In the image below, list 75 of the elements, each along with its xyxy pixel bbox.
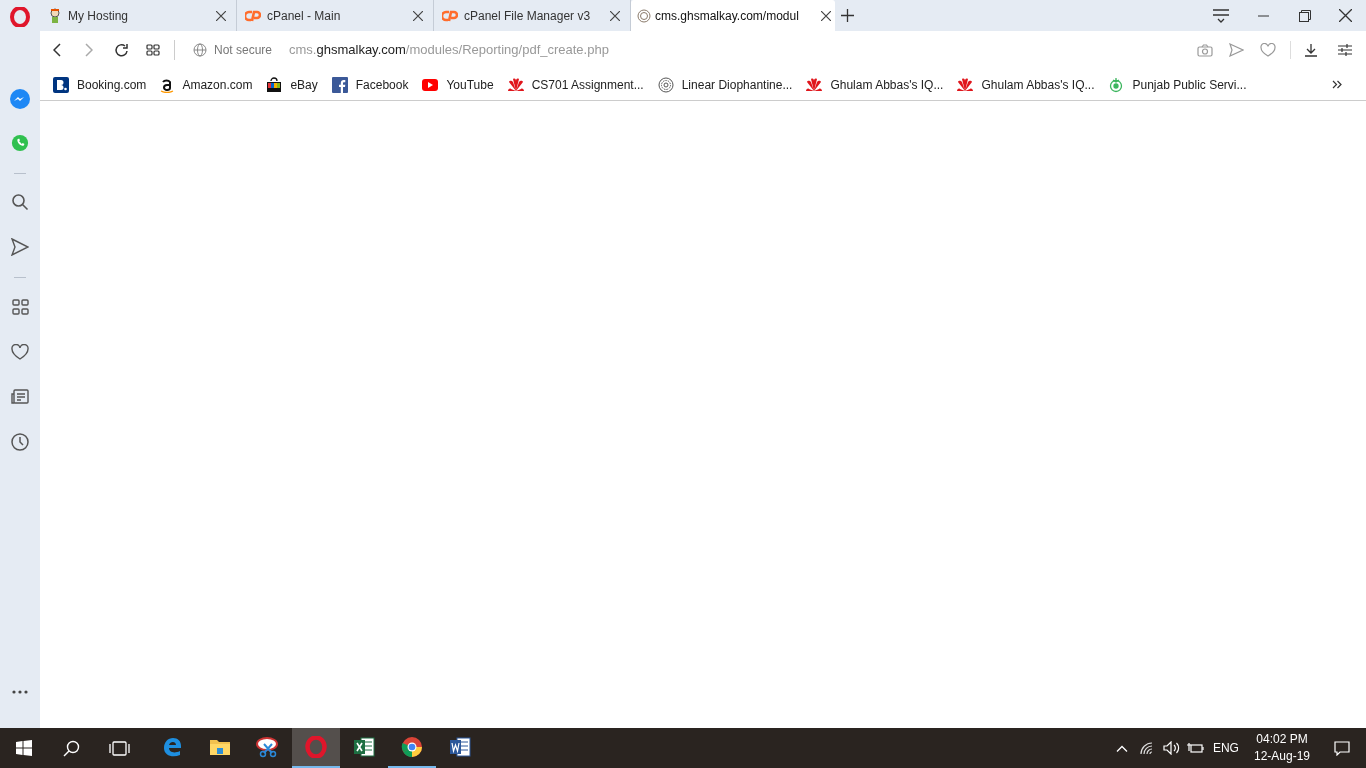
chevron-up-icon[interactable] — [1115, 744, 1128, 752]
heart-icon[interactable] — [11, 344, 29, 360]
bookmark[interactable]: Ghulam Abbas's IQ... — [806, 75, 944, 94]
bookmark[interactable]: Ghulam Abbas's IQ... — [957, 75, 1095, 94]
petal-flower-icon — [507, 77, 524, 92]
task-view-icon[interactable] — [109, 740, 130, 756]
tab-title: cms.ghsmalkay.com/modul — [655, 7, 800, 25]
booking-icon — [53, 76, 69, 93]
search-icon[interactable] — [63, 739, 80, 757]
back-icon[interactable] — [53, 43, 61, 57]
close-icon[interactable] — [413, 10, 423, 21]
messenger-icon[interactable] — [10, 89, 30, 109]
close-icon[interactable] — [610, 10, 620, 21]
bookmark[interactable]: Amazon.com — [160, 75, 253, 94]
security-label[interactable]: Not secure — [214, 41, 273, 59]
wifi-icon[interactable] — [1139, 741, 1155, 755]
tab-title: My Hosting — [68, 7, 130, 25]
chrome-icon — [401, 736, 423, 758]
more-icon[interactable] — [12, 690, 28, 694]
petal-flower-icon — [806, 77, 823, 92]
edge-icon — [162, 737, 182, 757]
camera-icon[interactable] — [1197, 43, 1213, 57]
shopping-bag-icon — [266, 76, 283, 93]
spreadsheet-icon — [353, 737, 375, 757]
folder-icon — [209, 738, 231, 756]
news-icon[interactable] — [11, 389, 29, 404]
bookmark[interactable]: YouTube — [422, 75, 494, 94]
opera-icon — [305, 736, 327, 758]
heart-icon[interactable] — [1260, 43, 1276, 57]
cpanel-icon — [442, 9, 458, 22]
bookmark[interactable]: eBay — [266, 75, 318, 94]
scissors-icon — [256, 736, 280, 758]
opera-taskbar-button[interactable] — [292, 728, 340, 768]
seal-icon — [637, 8, 651, 23]
windows-start-icon[interactable] — [16, 740, 32, 756]
close-icon[interactable] — [216, 10, 226, 21]
cpanel-icon — [245, 9, 261, 22]
chevron-right-icon[interactable] — [1332, 80, 1342, 89]
settings-icon[interactable] — [1338, 44, 1352, 56]
bookmark[interactable]: CS701 Assignment... — [507, 75, 644, 94]
play-button-icon — [422, 78, 439, 91]
globe-icon[interactable] — [193, 43, 207, 57]
tab-menu-icon[interactable] — [1213, 8, 1229, 23]
language-indicator[interactable]: ENG — [1212, 739, 1239, 757]
grid-icon[interactable] — [146, 44, 160, 56]
opera-logo[interactable] — [10, 7, 30, 27]
bookmark[interactable]: Linear Diophantine... — [657, 75, 793, 94]
tab-title: cPanel File Manager v3 — [464, 7, 592, 25]
petal-flower-icon — [957, 77, 974, 92]
download-icon[interactable] — [1304, 43, 1318, 57]
close-icon[interactable] — [821, 10, 831, 21]
bookmark[interactable]: Facebook — [331, 75, 409, 94]
close-icon[interactable] — [1339, 9, 1352, 22]
clock[interactable]: 04:02 PM 12-Aug-19 — [1253, 731, 1310, 765]
grid-icon[interactable] — [11, 299, 29, 315]
clock-icon[interactable] — [11, 433, 29, 451]
notification-icon[interactable] — [1334, 740, 1350, 756]
reload-icon[interactable] — [114, 42, 129, 58]
browser-tab[interactable]: cms.ghsmalkay.com/modul — [631, 0, 835, 31]
minimize-icon[interactable] — [1258, 14, 1269, 17]
restore-icon[interactable] — [1299, 9, 1311, 22]
seal-icon — [657, 76, 674, 93]
tab-title: cPanel - Main — [267, 7, 342, 25]
amazon-icon — [160, 76, 175, 93]
bookmark[interactable]: Punjab Public Servi... — [1108, 75, 1247, 94]
url-field[interactable]: cms.ghsmalkay.com/modules/Reporting/pdf_create.php — [289, 40, 609, 60]
bookmark[interactable]: Booking.com — [53, 75, 147, 94]
search-icon[interactable] — [11, 193, 29, 211]
document-icon — [449, 737, 471, 757]
speaker-icon[interactable] — [1162, 741, 1180, 755]
emblem-icon — [1108, 76, 1125, 93]
facebook-icon — [331, 76, 348, 93]
battery-icon[interactable] — [1186, 742, 1204, 754]
send-icon[interactable] — [1229, 43, 1244, 57]
send-icon[interactable] — [11, 238, 29, 256]
